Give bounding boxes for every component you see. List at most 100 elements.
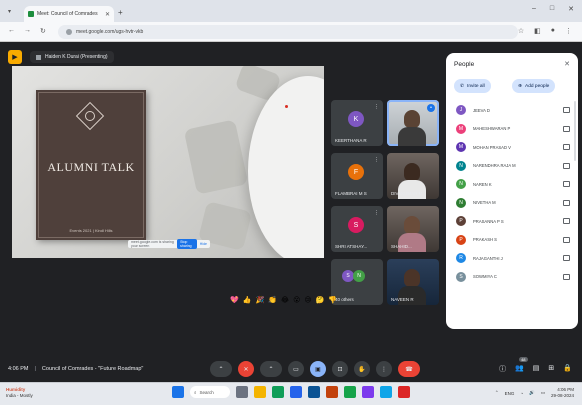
list-item[interactable]: P PRASANNA P S	[452, 212, 574, 231]
reaction-surprised-icon[interactable]: 😮	[293, 296, 300, 304]
word-icon[interactable]	[308, 386, 320, 398]
browser-menu-icon[interactable]: ⋮	[565, 27, 572, 35]
mic-options-button[interactable]: ⌃	[210, 361, 232, 377]
message-icon[interactable]	[563, 255, 570, 262]
leave-call-button[interactable]: ☎	[398, 361, 420, 377]
participant-tile[interactable]: ⋮ S SHRI ATSHAY...	[331, 206, 383, 252]
participant-tile-speaking[interactable]: •	[387, 100, 439, 146]
language-indicator[interactable]: ENG	[505, 391, 515, 396]
panel-scrollbar[interactable]	[574, 101, 576, 161]
present-screen-icon[interactable]: ▣	[310, 361, 326, 377]
raise-hand-icon[interactable]: ✋	[354, 361, 370, 377]
app-icon[interactable]	[398, 386, 410, 398]
taskbar-search[interactable]: ⌕ Search	[190, 386, 230, 398]
powerpoint-icon[interactable]	[326, 386, 338, 398]
stop-sharing-button[interactable]: Stop sharing	[177, 239, 197, 249]
reaction-clap-icon[interactable]: 👏	[268, 296, 277, 304]
reaction-thumbs-down-icon[interactable]: 👎	[328, 296, 337, 304]
message-icon[interactable]	[563, 181, 570, 188]
browser-tab-meet[interactable]: Meet: Council of Comrades ✕	[24, 6, 114, 22]
reaction-thumbs-up-icon[interactable]: 👍	[243, 296, 252, 304]
battery-icon[interactable]: ▭	[541, 390, 545, 396]
participant-tile[interactable]: SHAHID...	[387, 206, 439, 252]
teams-icon[interactable]	[362, 386, 374, 398]
list-item[interactable]: P PRAKASH S	[452, 231, 574, 250]
invite-all-button[interactable]: ✆ Invite all	[454, 79, 491, 93]
meet-control-bar: 4:06 PM | Council of Comrades - "Future …	[0, 357, 582, 382]
info-icon[interactable]: ⓘ	[499, 364, 506, 374]
chat-icon[interactable]: ▤	[533, 364, 540, 374]
list-item[interactable]: S SOWMIYA C	[452, 268, 574, 287]
tab-close-icon[interactable]: ✕	[105, 11, 110, 18]
participant-tile[interactable]: ⋮ K KEERTHANA R	[331, 100, 383, 146]
list-item[interactable]: J JEEVA D	[452, 101, 574, 120]
clock[interactable]: 4:06 PM 29-08-2024	[551, 387, 574, 399]
store-icon[interactable]	[380, 386, 392, 398]
close-window-button[interactable]: ✕	[568, 5, 574, 13]
participant-tile[interactable]: NAVEEN R	[387, 259, 439, 305]
participant-tile[interactable]: ⋮ F FLAMBRAI M S	[331, 153, 383, 199]
mic-off-icon[interactable]: ✕	[238, 361, 254, 377]
list-item[interactable]: M MOHAN PRASAD V	[452, 138, 574, 157]
message-icon[interactable]	[563, 107, 570, 114]
more-options-icon[interactable]: ⋮	[374, 104, 379, 110]
participant-tile[interactable]: DIVAKUMAR M	[387, 153, 439, 199]
url-input[interactable]: meet.google.com/ugs-hvtr-vkb	[58, 25, 518, 39]
captions-icon[interactable]: ⊡	[332, 361, 348, 377]
close-panel-icon[interactable]: ✕	[564, 60, 570, 68]
host-controls-icon[interactable]: 🔒	[563, 364, 572, 374]
list-item[interactable]: N NIVETHA M	[452, 194, 574, 213]
more-options-icon[interactable]: ⋮	[374, 157, 379, 163]
reaction-heart-icon[interactable]: 💖	[230, 296, 239, 304]
activities-icon[interactable]: ⊞	[548, 364, 554, 374]
reload-icon[interactable]: ↻	[40, 27, 46, 35]
profile-icon[interactable]: ●	[551, 27, 555, 35]
message-icon[interactable]	[563, 125, 570, 132]
volume-icon[interactable]: 🔊	[529, 390, 535, 396]
site-info-icon[interactable]	[66, 29, 72, 35]
person-name: NARENDHRA RAJA M	[473, 163, 516, 169]
minimize-button[interactable]: –	[532, 5, 536, 13]
tab-title: Meet: Council of Comrades	[37, 11, 98, 17]
message-icon[interactable]	[563, 273, 570, 280]
hide-notice-button[interactable]: Hide	[200, 242, 207, 246]
reaction-sad-icon[interactable]: 😢	[304, 296, 311, 304]
chrome-icon[interactable]	[272, 386, 284, 398]
more-options-icon[interactable]: ⋮	[374, 210, 379, 216]
list-item[interactable]: R RAJAGANTHI J	[452, 249, 574, 268]
message-icon[interactable]	[563, 218, 570, 225]
excel-icon[interactable]	[344, 386, 356, 398]
camera-options-button[interactable]: ⌃	[260, 361, 282, 377]
list-item[interactable]: N NARENDHRA RAJA M	[452, 157, 574, 176]
message-icon[interactable]	[563, 144, 570, 151]
others-tile[interactable]: S N 40 others	[331, 259, 383, 305]
task-view-icon[interactable]	[236, 386, 248, 398]
tray-chevron-icon[interactable]: ⌃	[495, 390, 499, 396]
new-tab-button[interactable]: +	[118, 8, 123, 17]
weather-widget[interactable]: Humidity India - Mostly	[6, 387, 33, 399]
reaction-laugh-icon[interactable]: 😂	[281, 296, 289, 304]
reaction-party-icon[interactable]: 🎉	[255, 296, 264, 304]
presentation-stage[interactable]: ALUMNI TALK Events 2021 | Kindl Hills me…	[12, 66, 324, 258]
tab-search-icon[interactable]: ▾	[8, 8, 11, 15]
message-icon[interactable]	[563, 162, 570, 169]
invite-icon: ✆	[460, 83, 465, 89]
extensions-icon[interactable]: ◧	[534, 27, 541, 35]
list-item[interactable]: N NAREN K	[452, 175, 574, 194]
message-icon[interactable]	[563, 199, 570, 206]
bookmark-star-icon[interactable]: ☆	[518, 27, 524, 35]
camera-icon[interactable]: ▭	[288, 361, 304, 377]
reaction-thinking-icon[interactable]: 🤔	[316, 296, 325, 304]
back-icon[interactable]: ←	[8, 27, 15, 35]
edge-icon[interactable]	[290, 386, 302, 398]
list-item[interactable]: M MAHESHWARAN P	[452, 120, 574, 139]
message-icon[interactable]	[563, 236, 570, 243]
people-button[interactable]: 👥 48	[515, 357, 528, 374]
more-options-icon[interactable]: ⋮	[376, 361, 392, 377]
wifi-icon[interactable]: ◔	[520, 391, 523, 396]
forward-icon[interactable]: →	[24, 27, 31, 35]
file-explorer-icon[interactable]	[254, 386, 266, 398]
start-icon[interactable]	[172, 386, 184, 398]
add-people-button[interactable]: ⊕ Add people	[512, 79, 556, 93]
maximize-button[interactable]: □	[550, 5, 554, 13]
